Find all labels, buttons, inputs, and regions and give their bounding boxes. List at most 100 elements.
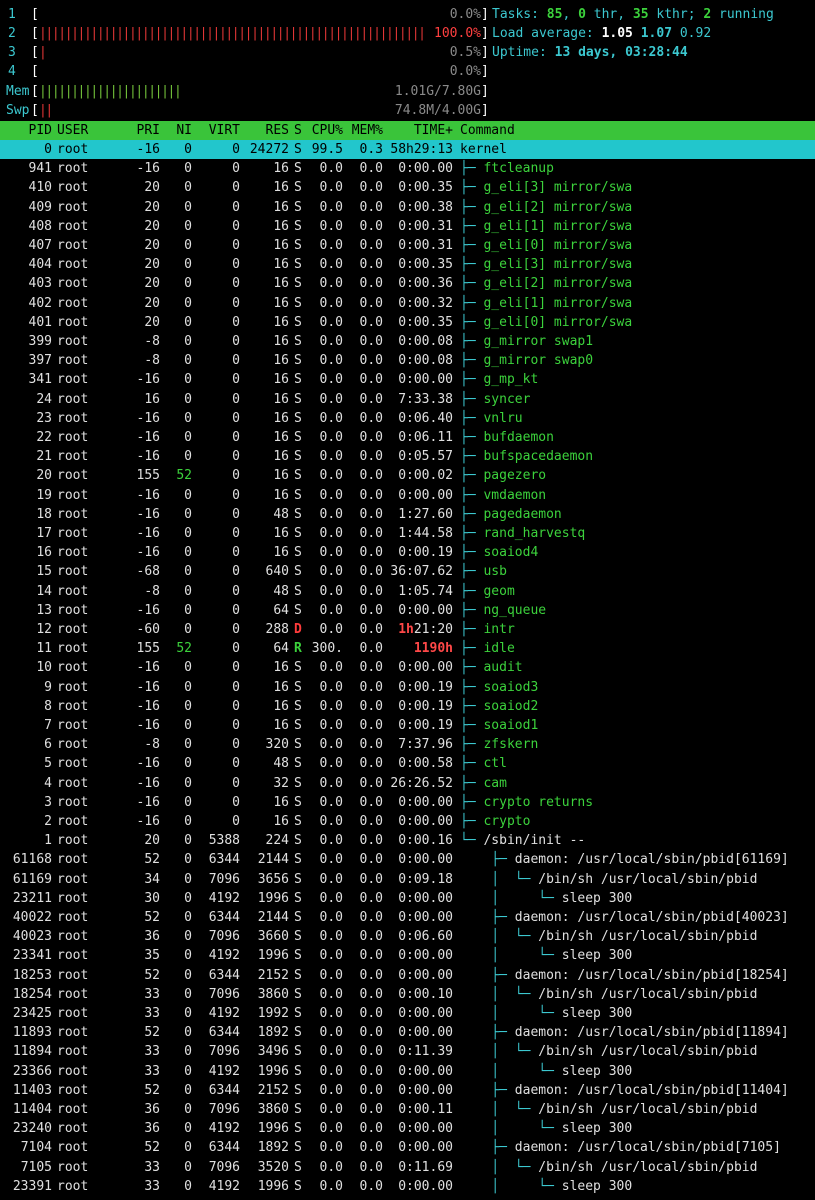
process-row[interactable]: 402 root 20 0 0 16 S 0.0 0.0 0:00.32 ├─ g_eli[1] m…	[0, 294, 815, 313]
process-row-selected[interactable]: 0 root -16 0 0 24272 S 99.5 0.3 58h29:13 kernel	[0, 140, 815, 160]
process-row[interactable]: 23211 root 30 0 4192 1996 S 0.0 0.0 0:00.00 │ └─ …	[0, 889, 815, 908]
process-row[interactable]: 23425 root 33 0 4192 1992 S 0.0 0.0 0:00.00 │ └─ …	[0, 1004, 815, 1023]
process-row[interactable]: 407 root 20 0 0 16 S 0.0 0.0 0:00.31 ├─ g_eli[0] m…	[0, 236, 815, 255]
process-row[interactable]: 403 root 20 0 0 16 S 0.0 0.0 0:00.36 ├─ g_eli[2] m…	[0, 274, 815, 293]
ni-cell: 0	[184, 353, 192, 369]
process-row[interactable]: 18253 root 52 0 6344 2152 S 0.0 0.0 0:00.00 ├─ da…	[0, 966, 815, 985]
process-row[interactable]: 17 root -16 0 0 16 S 0.0 0.0 1:44.58 ├─ rand_harve…	[0, 524, 815, 543]
col-header-user[interactable]: USER	[57, 121, 88, 140]
state-cell: S	[294, 487, 302, 503]
tree-branch: ├─	[460, 641, 484, 657]
col-header-mem[interactable]: MEM%	[345, 121, 383, 140]
col-header-ni[interactable]: NI	[165, 121, 192, 140]
process-row[interactable]: 19 root -16 0 0 16 S 0.0 0.0 0:00.00 ├─ vmdaemon	[0, 486, 815, 505]
col-header-time[interactable]: TIME+	[385, 121, 453, 140]
process-row[interactable]: 408 root 20 0 0 16 S 0.0 0.0 0:00.31 ├─ g_eli[1] m…	[0, 217, 815, 236]
tree-branch: ├─	[460, 506, 484, 522]
process-row[interactable]: 404 root 20 0 0 16 S 0.0 0.0 0:00.35 ├─ g_eli[3] m…	[0, 255, 815, 274]
pri-cell: -8	[144, 737, 160, 753]
process-row[interactable]: 61168 root 52 0 6344 2144 S 0.0 0.0 0:00.00 ├─ da…	[0, 850, 815, 869]
col-header-virt[interactable]: VIRT	[195, 121, 240, 140]
mem-cell: 0.0	[359, 545, 383, 561]
ni-cell: 0	[184, 372, 192, 388]
process-row[interactable]: 4 root -16 0 0 32 S 0.0 0.0 26:26.52 ├─ cam	[0, 774, 815, 793]
tree-branch: ├─	[460, 526, 484, 541]
process-row[interactable]: 11 root 155 52 0 64 R 300. 0.0 1190h ├─ idle	[0, 639, 815, 658]
process-row[interactable]: 3 root -16 0 0 16 S 0.0 0.0 0:00.00 ├─ crypto retu…	[0, 793, 815, 812]
process-row[interactable]: 16 root -16 0 0 16 S 0.0 0.0 0:00.19 ├─ soaiod4	[0, 543, 815, 562]
process-row[interactable]: 18 root -16 0 0 48 S 0.0 0.0 1:27.60 ├─ pagedaemon	[0, 505, 815, 524]
process-row[interactable]: 401 root 20 0 0 16 S 0.0 0.0 0:00.35 ├─ g_eli[0] m…	[0, 313, 815, 332]
process-row[interactable]: 14 root -8 0 0 48 S 0.0 0.0 1:05.74 ├─ geom	[0, 582, 815, 601]
process-row[interactable]: 6 root -8 0 0 320 S 0.0 0.0 7:37.96 ├─ zfskern	[0, 735, 815, 754]
col-header-state[interactable]: S	[294, 121, 302, 140]
process-row[interactable]: 409 root 20 0 0 16 S 0.0 0.0 0:00.38 ├─ g_eli[2] m…	[0, 198, 815, 217]
process-row[interactable]: 23240 root 36 0 4192 1996 S 0.0 0.0 0:00.00 │ └─ …	[0, 1119, 815, 1138]
pri-cell: -16	[136, 142, 160, 157]
process-row[interactable]: 40022 root 52 0 6344 2144 S 0.0 0.0 0:00.00 ├─ da…	[0, 908, 815, 927]
command-cell: ├─ intr	[460, 620, 515, 639]
tree-branch: ├─	[460, 622, 484, 637]
res-cell: 16	[273, 698, 289, 714]
process-row[interactable]: 20 root 155 52 0 16 S 0.0 0.0 0:00.02 ├─ pagezero	[0, 466, 815, 485]
process-row[interactable]: 1 root 20 0 5388 224 S 0.0 0.0 0:00.16 └─ /sbin/in…	[0, 831, 815, 850]
user-cell: root	[57, 622, 89, 637]
command-cell: ├─ cam	[460, 774, 507, 793]
pid-cell: 0	[44, 142, 52, 157]
process-row[interactable]: 23391 root 33 0 4192 1996 S 0.0 0.0 0:00.00 │ └─ …	[0, 1177, 815, 1196]
process-row[interactable]: 410 root 20 0 0 16 S 0.0 0.0 0:00.35 ├─ g_eli[3] m…	[0, 178, 815, 197]
time-cell: 0:00.10	[398, 986, 453, 1002]
process-row[interactable]: 11404 root 36 0 7096 3860 S 0.0 0.0 0:00.11 │ └─ …	[0, 1100, 815, 1119]
user-cell: root	[57, 314, 89, 330]
process-row[interactable]: 21 root -16 0 0 16 S 0.0 0.0 0:05.57 ├─ bufspaceda…	[0, 447, 815, 466]
pri-cell: -8	[144, 334, 160, 349]
mem-cell: 0.0	[359, 737, 383, 753]
process-row[interactable]: 22 root -16 0 0 16 S 0.0 0.0 0:06.11 ├─ bufdaemon	[0, 428, 815, 447]
pid-cell: 8	[44, 698, 52, 714]
mem-cell: 0.0	[359, 1063, 383, 1079]
process-row[interactable]: 23366 root 33 0 4192 1996 S 0.0 0.0 0:00.00 │ └─ …	[0, 1062, 815, 1081]
process-row[interactable]: 23 root -16 0 0 16 S 0.0 0.0 0:06.40 ├─ vnlru	[0, 409, 815, 428]
col-header-pri[interactable]: PRI	[120, 121, 160, 140]
process-row[interactable]: 5 root -16 0 0 48 S 0.0 0.0 0:00.58 ├─ ctl	[0, 754, 815, 773]
meter-bracket-open: [	[31, 103, 39, 118]
process-row[interactable]: 8 root -16 0 0 16 S 0.0 0.0 0:00.19 ├─ soaiod2	[0, 697, 815, 716]
col-header-command[interactable]: Command	[460, 121, 515, 140]
process-row[interactable]: 9 root -16 0 0 16 S 0.0 0.0 0:00.19 ├─ soaiod3	[0, 678, 815, 697]
process-row[interactable]: 399 root -8 0 0 16 S 0.0 0.0 0:00.08 ├─ g_mirror s…	[0, 332, 815, 351]
col-header-res[interactable]: RES	[245, 121, 289, 140]
process-row[interactable]: 2 root -16 0 0 16 S 0.0 0.0 0:00.00 ├─ crypto	[0, 812, 815, 831]
process-row[interactable]: 18254 root 33 0 7096 3860 S 0.0 0.0 0:00.10 │ └─ …	[0, 985, 815, 1004]
swap-meter-value: 74.8M/4.00G	[394, 103, 481, 118]
process-row[interactable]: 11403 root 52 0 6344 2152 S 0.0 0.0 0:00.00 ├─ da…	[0, 1081, 815, 1100]
process-row[interactable]: 61169 root 34 0 7096 3656 S 0.0 0.0 0:09.18 │ └─ …	[0, 870, 815, 889]
pid-cell: 17	[36, 526, 52, 541]
process-row[interactable]: 7 root -16 0 0 16 S 0.0 0.0 0:00.19 ├─ soaiod1	[0, 716, 815, 735]
process-row[interactable]: 397 root -8 0 0 16 S 0.0 0.0 0:00.08 ├─ g_mirror s…	[0, 351, 815, 370]
virt-cell: 4192	[208, 948, 240, 964]
process-row[interactable]: 941 root -16 0 0 16 S 0.0 0.0 0:00.00 ├─ ftcleanup	[0, 159, 815, 178]
process-row[interactable]: 11894 root 33 0 7096 3496 S 0.0 0.0 0:11.39 │ └─ …	[0, 1042, 815, 1061]
state-cell: S	[294, 1082, 302, 1098]
process-row[interactable]: 24 root 16 0 0 16 S 0.0 0.0 7:33.38 ├─ syncer	[0, 390, 815, 409]
process-row[interactable]: 12 root -60 0 0 288 D 0.0 0.0 1h21:20 ├─ intr	[0, 620, 815, 639]
col-header-pid[interactable]: PID	[0, 121, 52, 140]
cpu-cell: 0.0	[319, 1063, 343, 1079]
process-row[interactable]: 40023 root 36 0 7096 3660 S 0.0 0.0 0:06.60 │ └─ …	[0, 927, 815, 946]
tree-branch: ├─	[460, 545, 484, 561]
process-row[interactable]: 11893 root 52 0 6344 1892 S 0.0 0.0 0:00.00 ├─ da…	[0, 1023, 815, 1042]
process-row[interactable]: 10 root -16 0 0 16 S 0.0 0.0 0:00.00 ├─ audit	[0, 658, 815, 677]
col-header-cpu[interactable]: CPU%	[305, 121, 343, 140]
pri-cell: 30	[144, 890, 160, 906]
state-cell: S	[294, 948, 302, 964]
time-cell: 0:00.00	[398, 1006, 453, 1021]
process-row[interactable]: 23341 root 35 0 4192 1996 S 0.0 0.0 0:00.00 │ └─ …	[0, 946, 815, 965]
process-row[interactable]: 15 root -68 0 0 640 S 0.0 0.0 36:07.62 ├─ usb	[0, 562, 815, 581]
process-row[interactable]: 7105 root 33 0 7096 3520 S 0.0 0.0 0:11.69 │ └─ /…	[0, 1158, 815, 1177]
process-row[interactable]: 341 root -16 0 0 16 S 0.0 0.0 0:00.00 ├─ g_mp_kt	[0, 370, 815, 389]
process-row[interactable]: 13 root -16 0 0 64 S 0.0 0.0 0:00.00 ├─ ng_queue	[0, 601, 815, 620]
mem-cell: 0.0	[359, 238, 383, 253]
user-cell: root	[57, 756, 89, 772]
time-cell: 0:00.00	[398, 1025, 453, 1041]
process-row[interactable]: 7104 root 52 0 6344 1892 S 0.0 0.0 0:00.00 ├─ dae…	[0, 1138, 815, 1157]
